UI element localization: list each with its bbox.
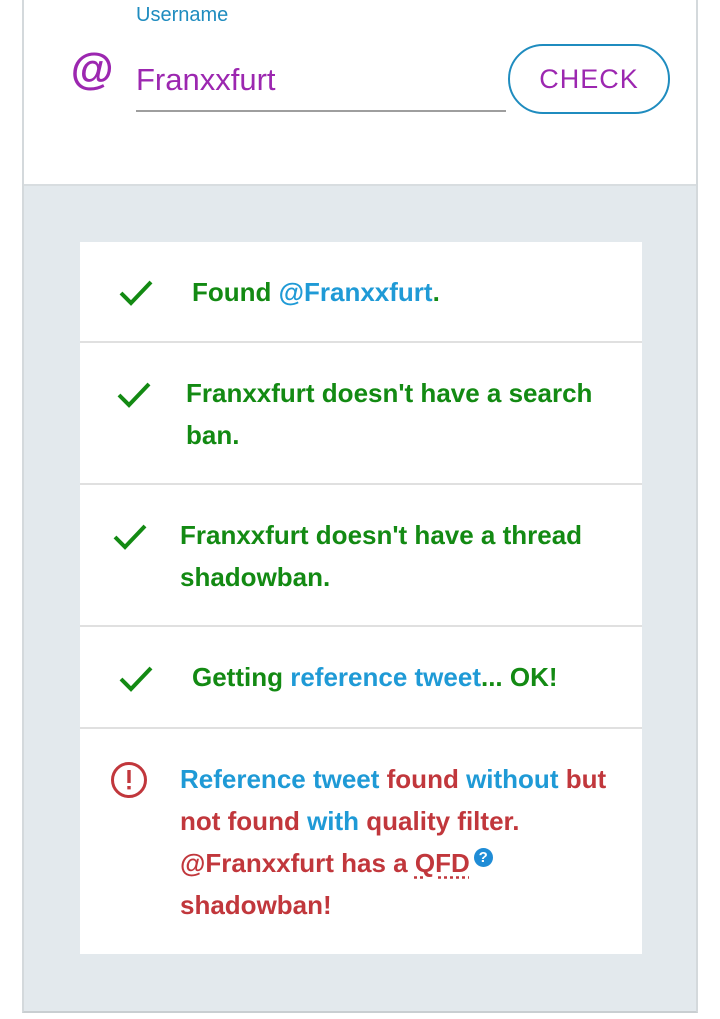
username-input[interactable] [136, 50, 506, 112]
result-text-part: ... OK! [480, 662, 558, 692]
result-text: Reference tweet found without but not fo… [180, 758, 630, 926]
qfd-term[interactable]: QFD [415, 848, 470, 878]
result-text-part: shadowban! [180, 890, 332, 920]
username-label: Username [136, 4, 229, 26]
reference-tweet-link[interactable]: reference tweet [290, 662, 481, 692]
question-circle-icon[interactable]: ? [473, 848, 493, 867]
result-text: Franxxfurt doesn't have a search ban. [186, 378, 593, 450]
result-reference-tweet: Getting reference tweet... OK! [80, 627, 642, 729]
check-icon [117, 382, 151, 408]
at-icon: @ [70, 45, 113, 94]
result-text-part: Found [192, 277, 279, 307]
user-profile-link[interactable]: @Franxxfurt [279, 277, 433, 307]
without-filter-link[interactable]: without [466, 764, 558, 794]
result-text-part: found [379, 764, 467, 794]
check-icon [113, 524, 147, 550]
main-column: Username @ CHECK Found @Franxxfurt. Fran… [22, 0, 698, 1013]
exclamation-circle-icon [111, 762, 147, 798]
check-button[interactable]: CHECK [508, 44, 670, 114]
result-text: Getting reference tweet... OK! [192, 656, 558, 698]
result-thread-shadowban: Franxxfurt doesn't have a thread shadowb… [80, 485, 642, 627]
results-card: Found @Franxxfurt. Franxxfurt doesn't ha… [80, 242, 642, 954]
page: Username @ CHECK Found @Franxxfurt. Fran… [0, 0, 720, 1019]
reference-tweet-link[interactable]: Reference tweet [180, 764, 379, 794]
username-form: Username @ CHECK [24, 0, 696, 186]
with-filter-link[interactable]: with [307, 806, 359, 836]
result-found-user: Found @Franxxfurt. [80, 242, 642, 343]
result-text: Franxxfurt doesn't have a thread shadowb… [180, 520, 583, 592]
result-text-part: Getting [192, 662, 291, 692]
result-search-ban: Franxxfurt doesn't have a search ban. [80, 343, 642, 485]
check-icon [119, 280, 153, 306]
result-text-part: . [432, 277, 440, 307]
result-text: Found @Franxxfurt. [192, 271, 440, 313]
check-icon [119, 666, 153, 692]
result-qfd-shadowban: Reference tweet found without but not fo… [80, 729, 642, 954]
